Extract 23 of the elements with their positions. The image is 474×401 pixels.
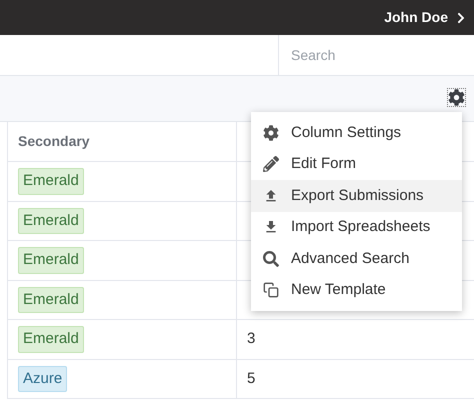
menu-item[interactable]: Advanced Search [251,243,462,274]
tag: Emerald [18,286,84,313]
menu-item[interactable]: Edit Form [251,148,462,180]
pencil-icon [263,156,279,172]
menu-item[interactable]: Export Submissions [251,180,462,212]
tag: Emerald [18,326,84,352]
tag: Emerald [18,208,84,234]
search-field[interactable]: Search [278,35,474,75]
copy-icon [263,282,279,298]
column-header[interactable]: Secondary [8,122,237,161]
tag: Emerald [18,168,84,194]
user-name[interactable]: John Doe [384,7,448,28]
settings-icon[interactable] [448,89,465,106]
chevron-right-icon[interactable] [456,12,466,24]
menu-item[interactable]: Import Spreadsheets [251,212,462,243]
table-cell-text: 3 [247,329,256,349]
gear-icon [263,124,279,141]
search-icon [263,250,279,267]
menu-item[interactable]: Column Settings [251,117,462,148]
table-cell-text: 5 [247,368,256,388]
menu-item[interactable]: New Template [251,274,462,306]
tag: Azure [18,366,68,392]
tag: Emerald [18,247,84,274]
